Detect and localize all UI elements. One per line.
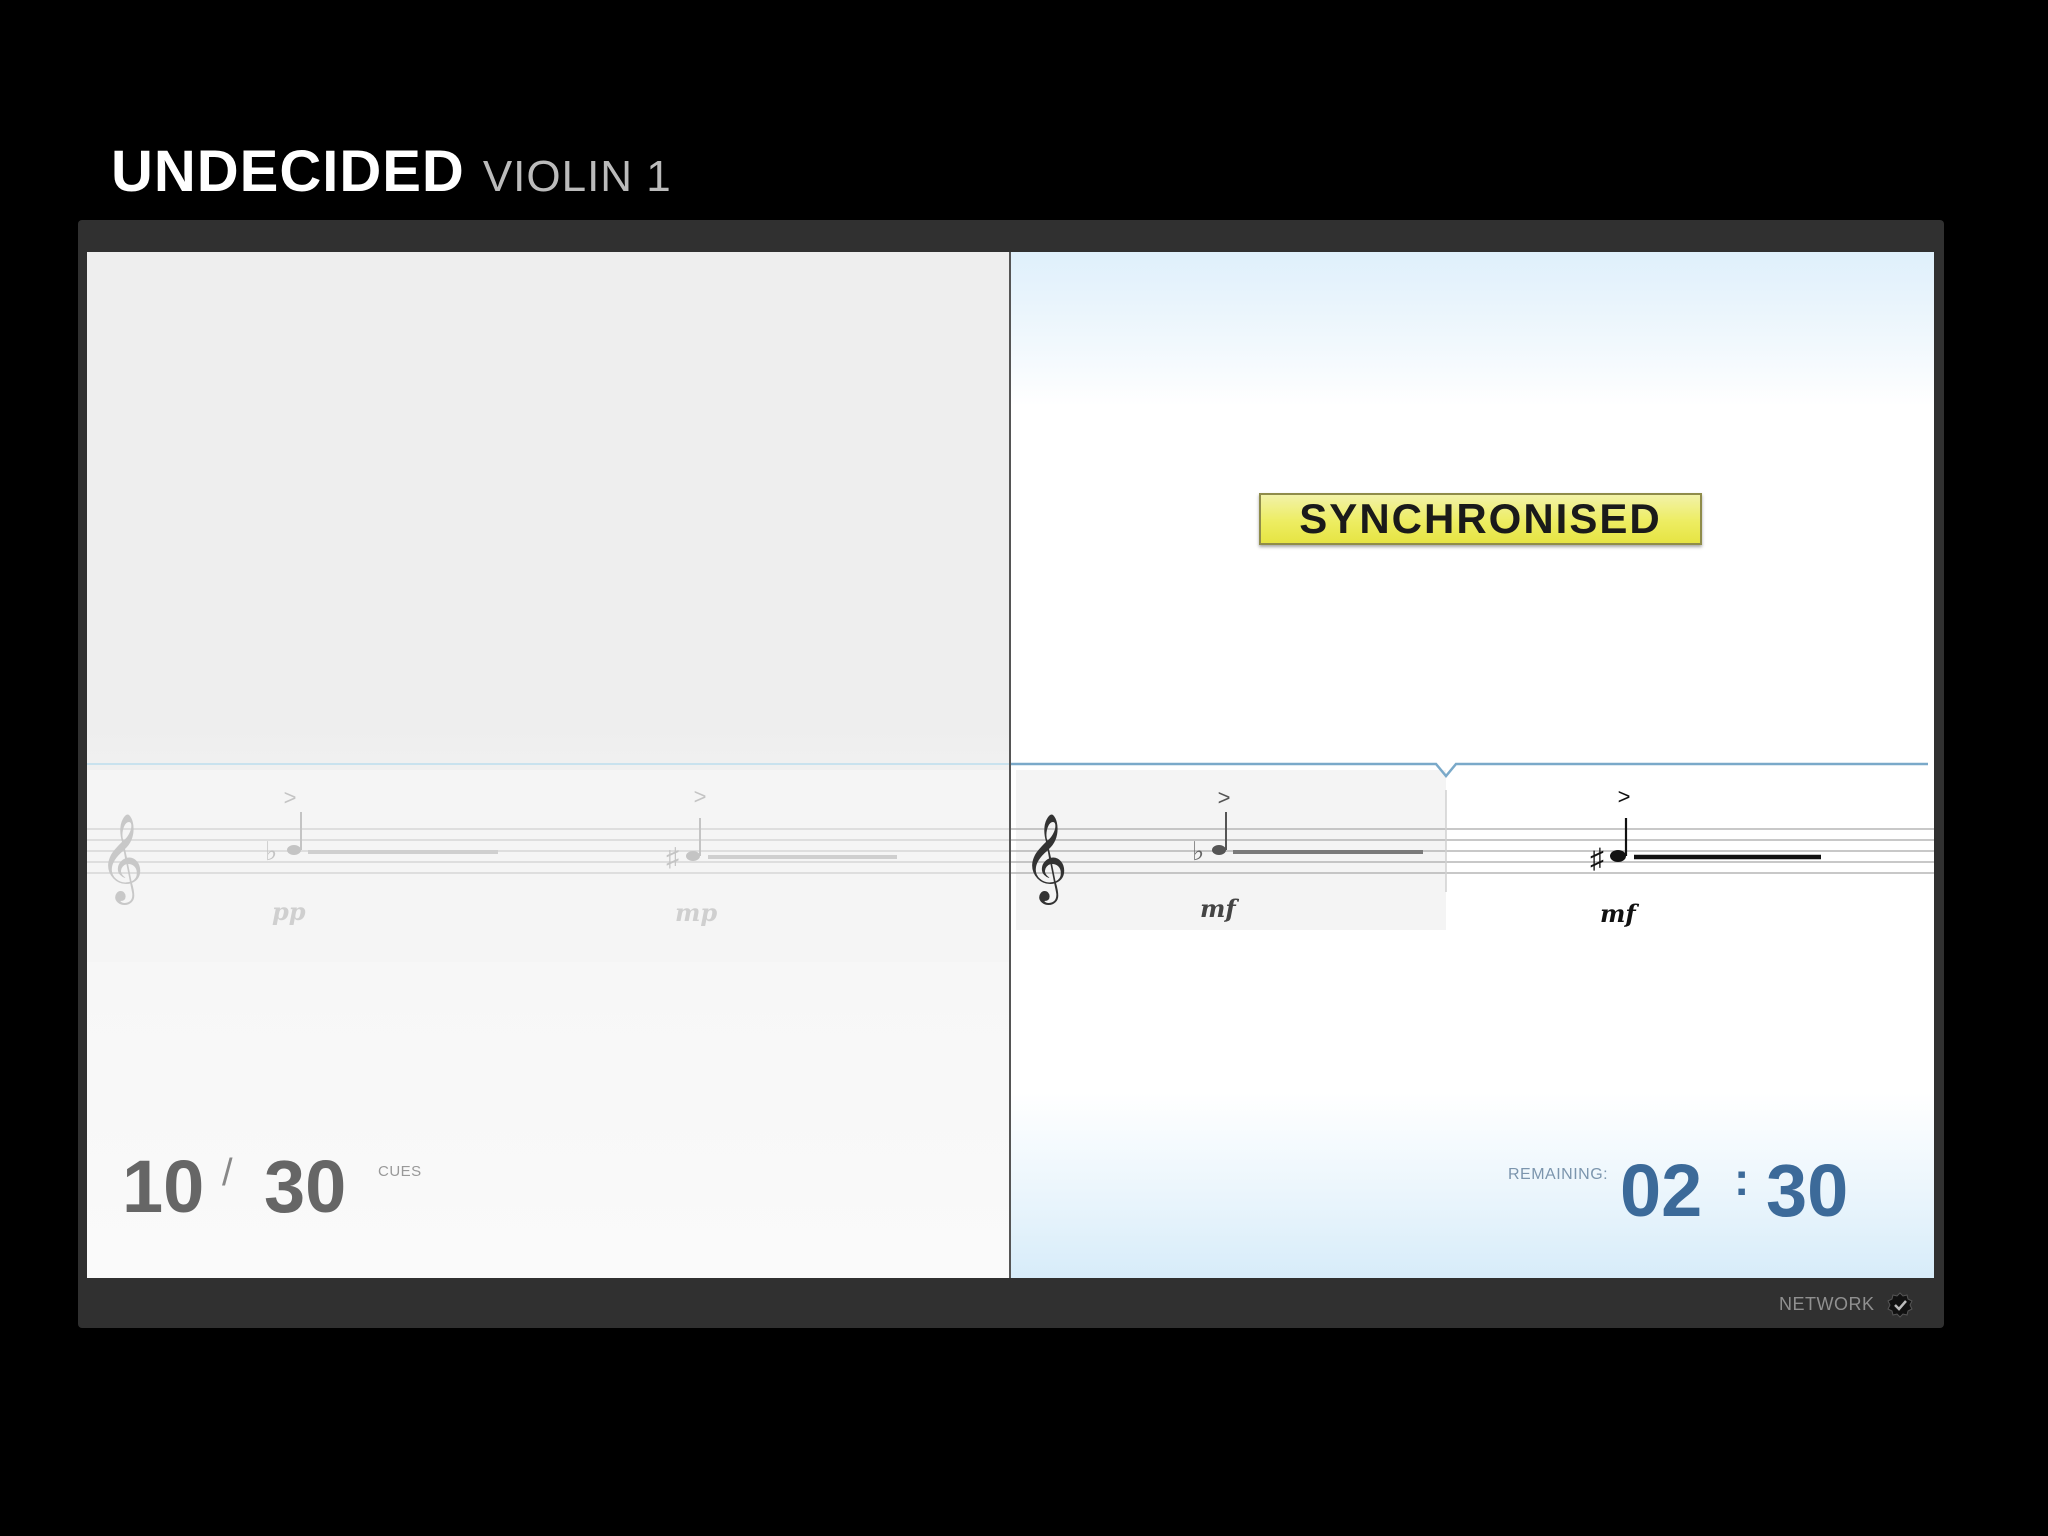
accent-mark: > [1218, 785, 1231, 810]
note-head [1610, 850, 1626, 862]
check-badge-icon [1887, 1292, 1913, 1318]
score-notation: 𝄞 𝄞 > ♭ pp > ♯ mp > ♭ mf > ♯ mf [87, 762, 1934, 962]
left-staff-band [87, 770, 1009, 962]
note-head [686, 851, 700, 861]
sync-status-badge: SYNCHRONISED [1259, 493, 1702, 545]
accent-mark: > [284, 785, 297, 810]
timer-minutes: 02 [1620, 1149, 1703, 1232]
flat-accidental: ♭ [1192, 836, 1204, 866]
timer-seconds: 30 [1766, 1149, 1849, 1232]
cue-separator: / [222, 1152, 233, 1194]
total-cue-number: 30 [264, 1145, 347, 1228]
left-treble-clef: 𝄞 [99, 812, 144, 905]
accent-mark: > [694, 784, 707, 809]
dynamic-marking: mp [675, 898, 717, 927]
accent-mark: > [1618, 784, 1631, 809]
network-label: NETWORK [1779, 1294, 1875, 1314]
cues-label: CUES [378, 1163, 422, 1180]
note-head [287, 845, 301, 855]
current-cue-number: 10 [122, 1145, 205, 1228]
sharp-accidental: ♯ [1590, 843, 1604, 874]
remaining-label: REMAINING: [1508, 1166, 1609, 1183]
dynamic-marking: pp [272, 897, 306, 926]
dynamic-marking: mf [1600, 899, 1639, 928]
right-treble-clef: 𝄞 [1023, 812, 1068, 905]
dynamic-marking: mf [1200, 894, 1239, 923]
sharp-accidental: ♯ [666, 842, 679, 872]
note-head [1212, 845, 1226, 855]
timer-colon: : [1734, 1153, 1750, 1205]
flat-accidental: ♭ [265, 836, 277, 866]
